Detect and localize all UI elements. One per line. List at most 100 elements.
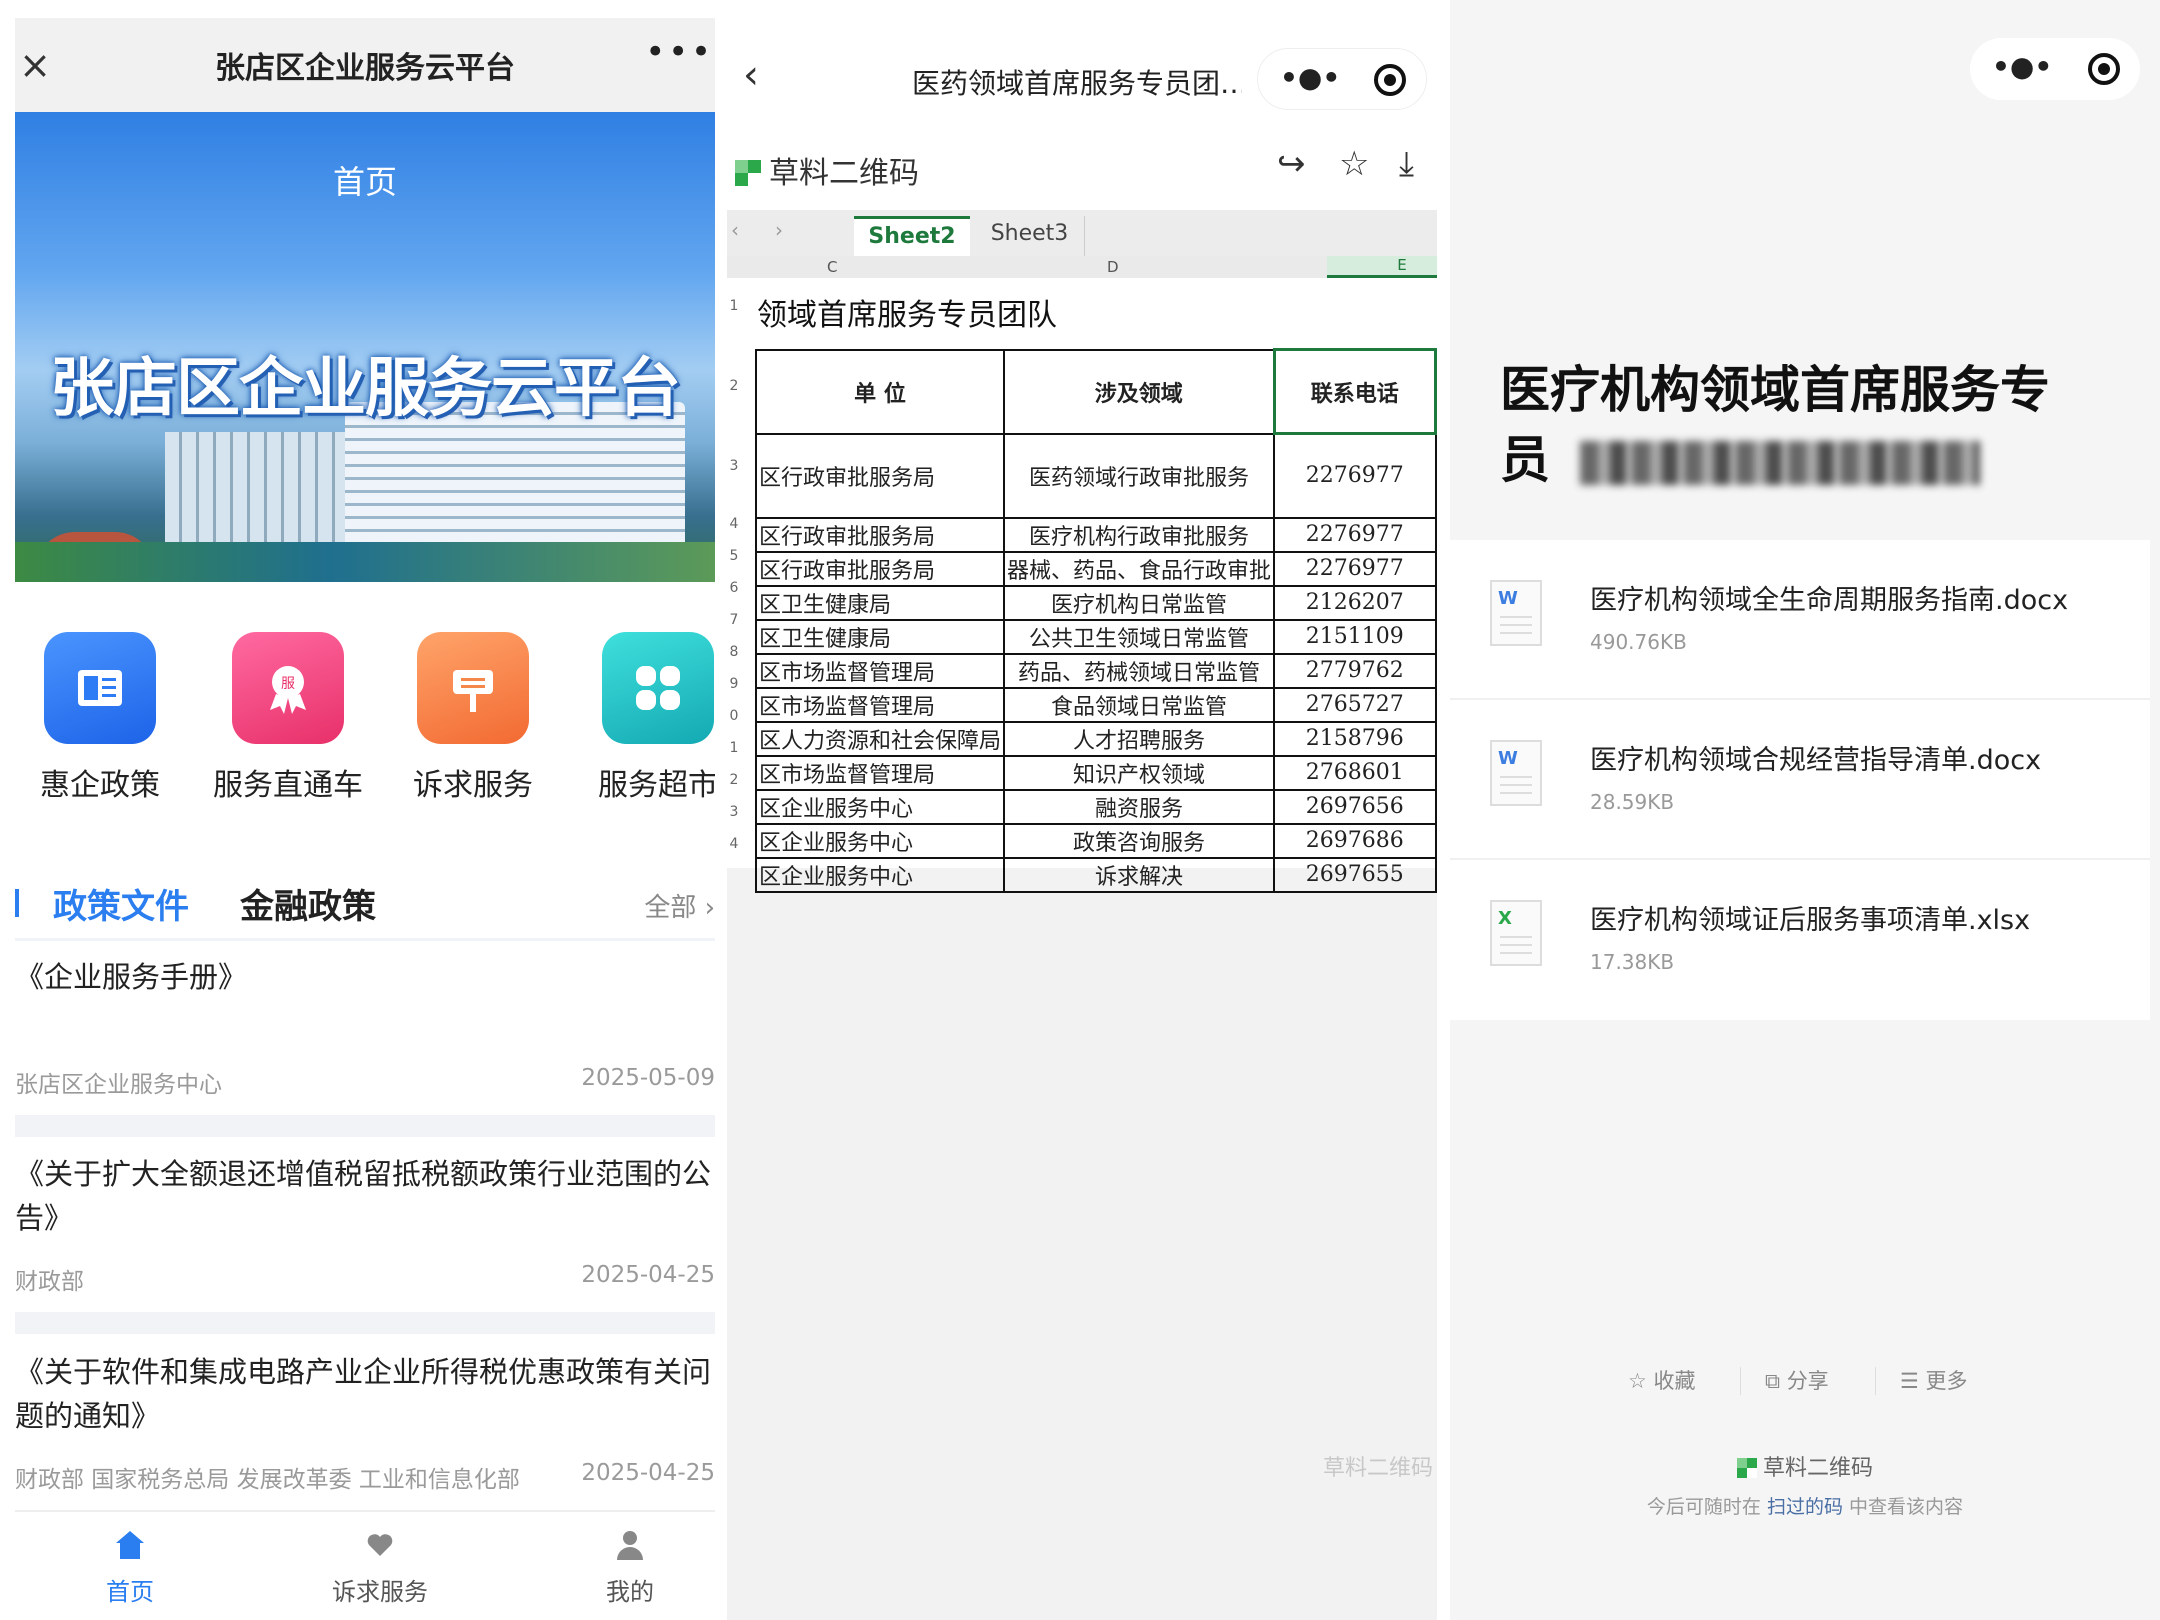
next-sheet-icon[interactable]: › (775, 218, 783, 242)
nav-home[interactable]: 首页 (50, 1528, 210, 1607)
redacted-contact (1580, 441, 1980, 485)
file-item[interactable]: W 医疗机构领域全生命周期服务指南.docx 490.76KB (1450, 540, 2150, 700)
row-number: 6 (729, 580, 739, 596)
article-item[interactable]: 《关于扩大全额退还增值税留抵税额政策行业范围的公告》 财政部 2025-04-2… (15, 1152, 715, 1302)
table-cell[interactable]: 区卫生健康局 (754, 584, 1006, 621)
appeal-service-shortcut[interactable]: 诉求服务 (398, 632, 548, 804)
table-cell[interactable]: 区市场监督管理局 (754, 754, 1006, 791)
table-cell[interactable]: 区行政审批服务局 (754, 516, 1006, 553)
more-icon[interactable]: •●• (1992, 50, 2052, 83)
table-row: 区市场监督管理局 食品领域日常监管 2765727 (754, 686, 1437, 723)
table-cell[interactable]: 医疗机构行政审批服务 (1003, 516, 1276, 553)
tab-sheet3[interactable]: Sheet3 (975, 216, 1085, 256)
table-cell[interactable]: 融资服务 (1003, 788, 1276, 825)
nav-appeal[interactable]: 诉求服务 (300, 1528, 460, 1607)
column-header-row: C D E (727, 256, 1437, 278)
mini-program-header: × 张店区企业服务云平台 • • • (15, 18, 715, 112)
table-cell[interactable]: 2697655 (1273, 856, 1437, 893)
table-cell[interactable]: 2697656 (1273, 788, 1437, 825)
banner-page-title: 首页 (332, 163, 397, 201)
record-icon[interactable] (1374, 64, 1406, 96)
row-number: 1 (729, 298, 739, 314)
service-icon-row: 惠企政策 服 服务直通车 诉求服务 服务超市 (15, 632, 715, 812)
nav-mine[interactable]: 我的 (550, 1528, 710, 1607)
file-item[interactable]: X 医疗机构领域证后服务事项清单.xlsx 17.38KB (1450, 860, 2150, 1020)
close-icon[interactable]: × (15, 40, 55, 90)
action-label: 收藏 (1653, 1369, 1696, 1393)
document-title: 医药领域首席服务专员团… (912, 67, 1242, 100)
share-button[interactable]: ⧉ 分享 (1765, 1365, 1829, 1395)
record-icon[interactable] (2088, 53, 2120, 85)
sheet-grid[interactable]: 领域首席服务专员团队 1 2 3 4 5 6 7 8 9 0 1 2 3 4 单 位 涉及领域 联系电话 … (727, 278, 1437, 893)
table-cell[interactable]: 2158796 (1273, 720, 1437, 757)
file-item[interactable]: W 医疗机构领域合规经营指导清单.docx 28.59KB (1450, 700, 2150, 860)
shortcut-label: 诉求服务 (413, 768, 533, 803)
tab-sheet2[interactable]: Sheet2 (854, 216, 970, 256)
table-cell[interactable]: 药品、药械领域日常监管 (1003, 652, 1276, 689)
table-cell[interactable]: 2768601 (1273, 754, 1437, 791)
view-all-link[interactable]: 全部 › (644, 887, 715, 924)
table-cell[interactable]: 区企业服务中心 (754, 822, 1006, 859)
column-header-selected: E (1327, 256, 1437, 278)
table-cell[interactable]: 人才招聘服务 (1003, 720, 1276, 757)
table-cell[interactable]: 区行政审批服务局 (754, 432, 1006, 519)
table-row: 区行政审批服务局 医药领域行政审批服务 2276977 (754, 432, 1437, 519)
action-label: 更多 (1925, 1369, 1968, 1393)
table-cell[interactable]: 区卫生健康局 (754, 618, 1006, 655)
table-cell[interactable]: 2276977 (1273, 550, 1437, 587)
brand-footer: 草料二维码 今后可随时在 扫过的码 中查看该内容 (1450, 1450, 2160, 1519)
nav-label: 我的 (606, 1578, 654, 1606)
table-cell[interactable]: 政策咨询服务 (1003, 822, 1276, 859)
svg-text:服: 服 (281, 676, 295, 692)
service-market-shortcut[interactable]: 服务超市 (583, 632, 715, 804)
shortcut-label: 服务超市 (598, 768, 715, 803)
article-item[interactable]: 《企业服务手册》 张店区企业服务中心 2025-05-09 (15, 955, 715, 1105)
more-icon[interactable]: • • • (645, 32, 711, 72)
qr-logo-icon (735, 160, 761, 186)
prev-sheet-icon[interactable]: ‹ (731, 218, 739, 242)
table-cell[interactable]: 知识产权领域 (1003, 754, 1276, 791)
download-icon[interactable]: ⤓ (1399, 144, 1414, 184)
table-cell[interactable]: 区人力资源和社会保障局 (754, 720, 1006, 757)
table-cell[interactable]: 区市场监督管理局 (754, 686, 1006, 723)
favorite-button[interactable]: ☆ 收藏 (1628, 1365, 1696, 1395)
table-cell[interactable]: 2126207 (1273, 584, 1437, 621)
star-icon[interactable]: ☆ (1339, 144, 1369, 184)
home-icon (116, 1531, 144, 1559)
table-cell[interactable]: 诉求解决 (1003, 856, 1276, 893)
table-cell[interactable]: 2779762 (1273, 652, 1437, 689)
table-cell[interactable]: 医药领域行政审批服务 (1003, 432, 1276, 519)
table-cell[interactable]: 2765727 (1273, 686, 1437, 723)
mini-program-capsule: •●• (1257, 48, 1427, 110)
service-express-shortcut[interactable]: 服 服务直通车 (213, 632, 363, 804)
share-icon[interactable]: ↪ (1277, 144, 1306, 184)
tab-policy-documents[interactable]: 政策文件 (53, 879, 189, 928)
table-cell[interactable]: 公共卫生领域日常监管 (1003, 618, 1276, 655)
home-banner[interactable]: 首页 张店区企业服务云平台 (15, 112, 715, 582)
table-cell[interactable]: 2276977 (1273, 516, 1437, 553)
table-cell[interactable]: 2697686 (1273, 822, 1437, 859)
qr-logo-icon (1736, 1458, 1757, 1478)
table-cell[interactable]: 区企业服务中心 (754, 788, 1006, 825)
file-page-header: •●• (1450, 0, 2160, 120)
table-cell[interactable]: 食品领域日常监管 (1003, 686, 1276, 723)
table-cell[interactable]: 区企业服务中心 (754, 856, 1006, 893)
table-cell[interactable]: 器械、药品、食品行政审批 (1003, 550, 1276, 587)
header-cell-selected[interactable]: 联系电话 (1272, 348, 1437, 435)
table-cell[interactable]: 医疗机构日常监管 (1003, 584, 1276, 621)
scanned-codes-link[interactable]: 扫过的码 (1767, 1496, 1843, 1518)
table-cell[interactable]: 区市场监督管理局 (754, 652, 1006, 689)
table-row: 区行政审批服务局 器械、药品、食品行政审批 2276977 (754, 550, 1437, 587)
article-item[interactable]: 《关于软件和集成电路产业企业所得税优惠政策有关问题的通知》 财政部 国家税务总局… (15, 1350, 715, 1500)
policy-shortcut[interactable]: 惠企政策 (25, 632, 175, 804)
back-icon[interactable]: ‹ (743, 52, 759, 98)
table-cell[interactable]: 2276977 (1273, 432, 1437, 519)
tab-finance-policy[interactable]: 金融政策 (240, 879, 376, 928)
table-cell[interactable]: 区行政审批服务局 (754, 550, 1006, 587)
file-type-tag: W (1498, 748, 1518, 769)
footer-brand-name: 草料二维码 (1762, 1456, 1873, 1481)
more-icon[interactable]: •●• (1280, 61, 1340, 94)
table-cell[interactable]: 2151109 (1273, 618, 1437, 655)
more-button[interactable]: ☰ 更多 (1900, 1365, 1968, 1395)
article-date: 2025-05-09 (581, 1065, 715, 1091)
